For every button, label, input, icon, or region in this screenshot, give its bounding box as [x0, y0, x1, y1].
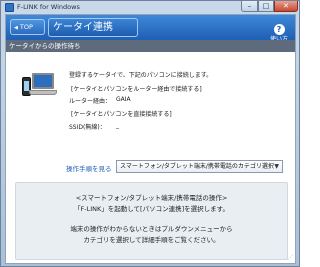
- minimize-button[interactable]: –: [241, 1, 258, 12]
- laptop-icon: [32, 73, 54, 89]
- resize-grip-icon[interactable]: ⋰: [287, 254, 293, 261]
- window-title: F-LINK for Windows: [17, 3, 80, 11]
- note-line: <スマートフォン/タブレット端末/携帯電話の操作>: [75, 194, 228, 202]
- dropdown-arrow-icon: ▼: [274, 163, 279, 170]
- title-bar[interactable]: F-LINK for Windows – □ ✕: [1, 1, 299, 14]
- via-router-heading: [ケータイとパソコンをルーター経由で接続する]: [71, 86, 202, 93]
- app-window: F-LINK for Windows – □ ✕ ◀TOP ケータイ連携 ? 使…: [0, 0, 300, 267]
- status-bar: ケータイからの操作待ち: [6, 40, 295, 52]
- note-line: 「F-LINK」を起動して[パソコン連携]を選択します。: [74, 205, 229, 213]
- laptop-base: [29, 90, 57, 95]
- app-icon: [5, 3, 14, 12]
- header-bar: ◀TOP ケータイ連携 ? 使い方: [6, 15, 295, 43]
- back-arrow-icon: ◀: [14, 25, 18, 31]
- instruction-note: <スマートフォン/タブレット端末/携帯電話の操作> 「F-LINK」を起動して[…: [15, 182, 288, 260]
- ssid-row: SSID(無線)： _: [69, 122, 119, 131]
- note-line: 端末の操作がわからないときはプルダウンメニューから: [70, 225, 233, 233]
- router-value: GAIA: [116, 96, 131, 103]
- phone-laptop-illustration: [20, 71, 58, 109]
- top-button-label: TOP: [19, 23, 33, 31]
- category-select[interactable]: スマートフォン/タブレット端末/携帯電話のカテゴリ選択 ▼: [116, 160, 283, 173]
- router-row: ルーター経由： GAIA: [69, 96, 131, 105]
- close-button[interactable]: ✕: [274, 1, 298, 12]
- top-button[interactable]: ◀ TOP: [10, 19, 45, 35]
- page-title: ケータイ連携: [48, 18, 138, 37]
- procedure-label: 操作手順を見る: [66, 165, 112, 173]
- client-area: ◀TOP ケータイ連携 ? 使い方 ケータイからの操作待ち 登録するケータイで、…: [5, 14, 296, 264]
- ssid-value: _: [116, 122, 119, 129]
- router-label: ルーター経由：: [69, 98, 112, 105]
- ssid-label: SSID(無線)：: [69, 124, 106, 131]
- direct-heading: [ケータイとパソコンを直接接続する]: [71, 111, 172, 118]
- maximize-button[interactable]: □: [258, 1, 274, 12]
- note-line: カテゴリを選択して詳細手順をご覧ください。: [83, 236, 220, 244]
- intro-text: 登録するケータイで、下記のパソコンに接続します。: [69, 72, 213, 79]
- help-icon: ?: [273, 24, 285, 35]
- category-select-value: スマートフォン/タブレット端末/携帯電話のカテゴリ選択: [120, 163, 274, 170]
